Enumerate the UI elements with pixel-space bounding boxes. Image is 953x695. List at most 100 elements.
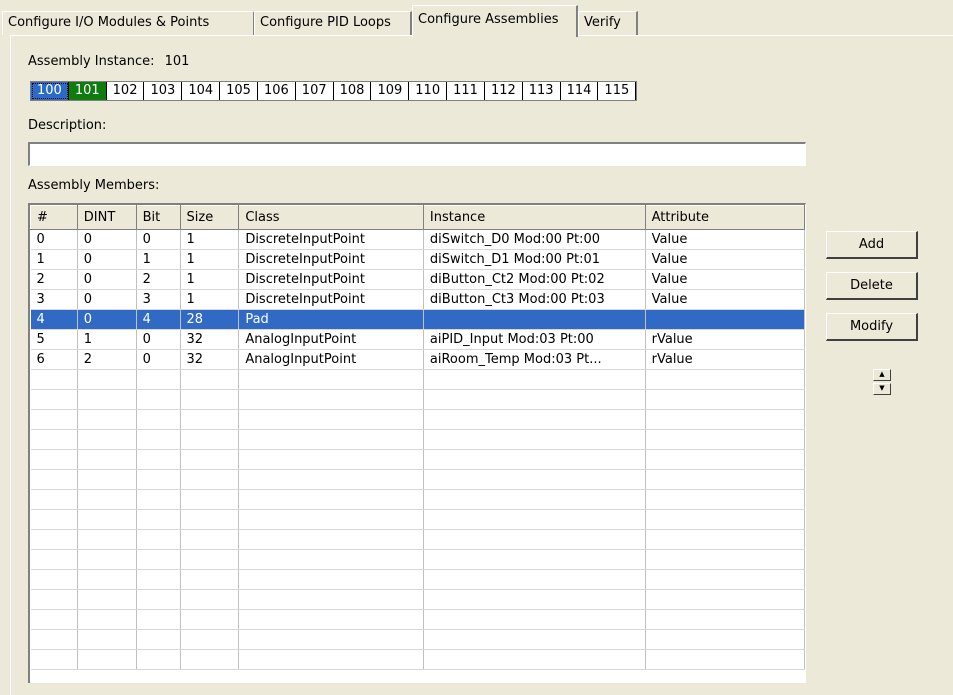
empty-row[interactable] [30, 389, 805, 410]
empty-cell [136, 509, 181, 530]
empty-cell [180, 449, 240, 470]
assembly-instance-option[interactable]: 114 [561, 82, 599, 100]
empty-row[interactable] [30, 629, 805, 650]
empty-row[interactable] [30, 489, 805, 510]
member-cell: 28 [180, 309, 240, 330]
empty-row[interactable] [30, 649, 805, 670]
member-cell: rValue [645, 349, 805, 370]
empty-row[interactable] [30, 409, 805, 430]
column-header[interactable]: DINT [76, 205, 137, 230]
member-cell: 6 [30, 349, 78, 370]
tab-configure-io-modules[interactable]: Configure I/O Modules & Points [2, 11, 255, 35]
empty-row[interactable] [30, 469, 805, 490]
empty-cell [180, 409, 240, 430]
empty-cell [30, 449, 78, 470]
assembly-instance-option[interactable]: 105 [220, 82, 258, 100]
assembly-members-grid[interactable]: # DINT Bit Size Class Instance Attribute 0001D… [28, 203, 806, 683]
member-cell: diSwitch_D0 Mod:00 Pt:00 [423, 229, 646, 250]
member-row[interactable]: 2 0 2 1 DiscreteInputPoint diButton_Ct2 Mod:0… [30, 269, 805, 290]
assembly-instance-option[interactable]: 102 [107, 82, 145, 100]
member-cell: 32 [180, 349, 240, 370]
modify-button[interactable]: Modify [826, 313, 918, 341]
member-cell: 32 [180, 329, 240, 350]
empty-cell [77, 449, 137, 470]
empty-cell [238, 609, 424, 630]
member-row[interactable]: 1 0 1 1 DiscreteInputPoint diSwitch_D1 Mod:00… [30, 249, 805, 270]
member-cell: 2 [136, 269, 181, 290]
member-cell: 0 [77, 289, 137, 310]
column-header[interactable]: Instance [422, 205, 646, 230]
empty-row[interactable] [30, 589, 805, 610]
empty-row[interactable] [30, 549, 805, 570]
assembly-instance-option[interactable]: 108 [334, 82, 372, 100]
empty-row[interactable] [30, 449, 805, 470]
empty-cell [645, 529, 805, 550]
empty-row[interactable] [30, 609, 805, 630]
column-header[interactable]: Attribute [644, 205, 805, 230]
empty-row[interactable] [30, 569, 805, 590]
member-cell: diButton_Ct3 Mod:00 Pt:03 [423, 289, 646, 310]
assembly-instance-option[interactable]: 107 [296, 82, 334, 100]
assembly-instance-option[interactable]: 101 [68, 82, 107, 100]
empty-cell [30, 549, 78, 570]
move-down-button[interactable]: ▼ [873, 383, 891, 395]
empty-cell [423, 649, 646, 670]
empty-cell [136, 369, 181, 390]
member-cell: Pad [238, 309, 424, 330]
empty-cell [136, 469, 181, 490]
tab-configure-assemblies[interactable]: Configure Assemblies [412, 5, 578, 37]
member-cell: Value [645, 269, 805, 290]
empty-cell [30, 569, 78, 590]
empty-cell [238, 589, 424, 610]
assembly-instance-option[interactable]: 111 [447, 82, 485, 100]
assembly-instance-option[interactable]: 110 [409, 82, 448, 100]
empty-cell [180, 509, 240, 530]
tab-configure-pid-loops[interactable]: Configure PID Loops [254, 11, 412, 35]
move-up-button[interactable]: ▲ [873, 369, 891, 381]
add-button[interactable]: Add [826, 231, 918, 259]
description-field[interactable] [28, 142, 806, 166]
member-row[interactable]: 3 0 3 1 DiscreteInputPoint diButton_Ct3 Mod:0… [30, 289, 805, 310]
assembly-instance-option[interactable]: 104 [182, 82, 221, 100]
assembly-instance-option[interactable]: 106 [258, 82, 296, 100]
member-row[interactable]: 6 2 0 32 AnalogInputPoint aiRoom_Temp Mod:03 … [30, 349, 805, 370]
empty-cell [30, 509, 78, 530]
empty-row[interactable] [30, 369, 805, 390]
empty-row[interactable] [30, 509, 805, 530]
member-cell: Value [645, 289, 805, 310]
member-row[interactable]: 5 1 0 32 AnalogInputPoint aiPID_Input Mod:03 … [30, 329, 805, 350]
column-header[interactable]: Bit [135, 205, 181, 230]
column-header[interactable]: Class [238, 205, 424, 230]
column-header[interactable]: # [30, 205, 78, 230]
member-cell: 0 [77, 249, 137, 270]
assembly-instance-selector[interactable]: 100 101 102 103 104 105 106 107 108 109 110 111 112 1… [30, 81, 638, 101]
empty-cell [238, 649, 424, 670]
members-table: # DINT Bit Size Class Instance Attribute 0001D… [30, 205, 805, 670]
empty-cell [77, 569, 137, 590]
empty-cell [180, 369, 240, 390]
member-cell: 0 [136, 329, 181, 350]
assembly-instance-option[interactable]: 100 [31, 82, 69, 100]
empty-cell [238, 429, 424, 450]
member-cell: aiRoom_Temp Mod:03 Pt... [423, 349, 646, 370]
assembly-instance-option[interactable]: 113 [523, 82, 561, 100]
assembly-instance-option[interactable]: 115 [598, 82, 637, 100]
arrow-up-icon: ▲ [879, 370, 885, 378]
empty-cell [645, 469, 805, 490]
assembly-instance-option[interactable]: 112 [485, 82, 523, 100]
tab-verify[interactable]: Verify [578, 11, 638, 35]
empty-cell [238, 529, 424, 550]
empty-cell [645, 509, 805, 530]
empty-row[interactable] [30, 529, 805, 550]
member-row[interactable]: 4 0 4 28 Pad [30, 309, 805, 330]
empty-cell [238, 569, 424, 590]
empty-cell [645, 649, 805, 670]
member-row[interactable]: 0 0 0 1 DiscreteInputPoint diSwitch_D0 Mod:00… [30, 229, 805, 250]
empty-row[interactable] [30, 429, 805, 450]
member-cell: 1 [30, 249, 78, 270]
empty-cell [136, 489, 181, 510]
delete-button[interactable]: Delete [826, 272, 918, 300]
assembly-instance-option[interactable]: 103 [144, 82, 183, 100]
assembly-instance-option[interactable]: 109 [371, 82, 410, 100]
column-header[interactable]: Size [179, 205, 240, 230]
